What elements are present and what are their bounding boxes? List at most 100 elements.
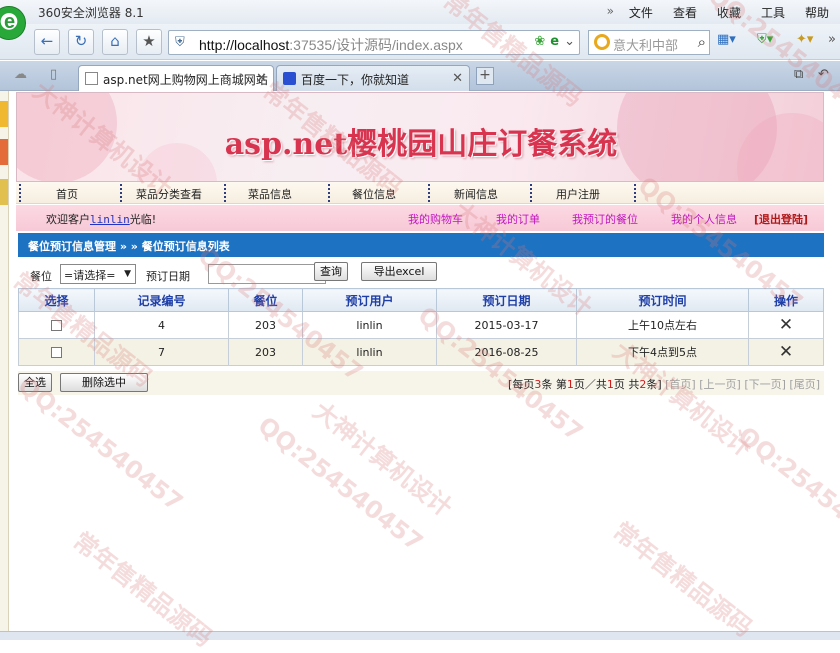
- menu-help[interactable]: 帮助: [800, 4, 834, 21]
- tab-strip: ☁ ▯ asp.net网上购物网上商城网站 ✕ 百度一下，你就知道 ✕ ⧉ ↶: [0, 61, 840, 91]
- shield-icon: ⛨: [175, 35, 185, 50]
- tab-restore-icon[interactable]: ⧉: [794, 67, 803, 82]
- menu-file[interactable]: 文件: [624, 4, 658, 21]
- cell-seat: 203: [228, 311, 303, 339]
- cell-time: 下午4点到5点: [576, 338, 749, 366]
- extension-icon[interactable]: ✦▾: [796, 32, 813, 47]
- menu-view[interactable]: 查看: [668, 4, 702, 21]
- col-header-id: 记录编号: [94, 288, 229, 312]
- sidebar-tool-icon[interactable]: [0, 179, 8, 205]
- date-filter-label: 预订日期: [146, 270, 190, 283]
- tab-close-icon[interactable]: ✕: [452, 71, 463, 86]
- cell-seat: 203: [228, 338, 303, 366]
- nav-home[interactable]: 首页: [56, 186, 78, 202]
- tab-baidu[interactable]: 百度一下，你就知道 ✕: [276, 65, 470, 91]
- welcome-username: linlin: [90, 213, 130, 226]
- cell-user: linlin: [302, 338, 437, 366]
- table-footer: 全选 删除选中 [每页3条 第1页／共1页 共2条] [首页] [上一页] [下…: [18, 371, 824, 395]
- tab-asp-net-shop[interactable]: asp.net网上购物网上商城网站 ✕: [78, 65, 274, 91]
- cell-date: 2015-03-17: [436, 311, 577, 339]
- table-row: 7 203 linlin 2016-08-25 下午4点到5点 ✕: [18, 338, 824, 366]
- col-header-date: 预订日期: [436, 288, 577, 312]
- delete-selected-button[interactable]: 删除选中: [60, 373, 148, 392]
- pager-prev[interactable]: [上一页]: [699, 378, 741, 391]
- search-box[interactable]: 意大利中部 ⌕: [588, 30, 710, 55]
- col-header-select: 选择: [18, 288, 95, 312]
- col-header-seat: 餐位: [228, 288, 303, 312]
- delete-icon[interactable]: ✕: [779, 342, 793, 362]
- booking-table: 选择 记录编号 餐位 预订用户 预订日期 预订时间 操作 4 203 linli…: [18, 288, 824, 366]
- col-header-time: 预订时间: [576, 288, 749, 312]
- tab-label: 百度一下，你就知道: [301, 73, 410, 87]
- tab-label: asp.net网上购物网上商城网站: [103, 73, 268, 87]
- search-icon[interactable]: ⌕: [698, 33, 706, 51]
- cloud-icon[interactable]: ☁: [14, 67, 27, 82]
- col-header-action: 操作: [748, 288, 824, 312]
- seat-select[interactable]: =请选择= ▼: [60, 264, 136, 284]
- row-checkbox[interactable]: [51, 320, 62, 331]
- baidu-paw-icon: [283, 72, 296, 85]
- search-input[interactable]: 意大利中部: [613, 35, 678, 54]
- nav-register[interactable]: 用户注册: [556, 186, 600, 202]
- address-path: :37535/设计源码/index.aspx: [289, 37, 463, 53]
- new-tab-button[interactable]: +: [476, 67, 494, 85]
- toolbar-overflow-icon[interactable]: »: [828, 32, 836, 47]
- pager-next[interactable]: [下一页]: [744, 378, 786, 391]
- row-checkbox[interactable]: [51, 347, 62, 358]
- date-input[interactable]: [208, 264, 326, 284]
- sidebar-tool-icon[interactable]: [0, 101, 8, 127]
- address-bar[interactable]: ⛨ http://localhost:37535/设计源码/index.aspx…: [168, 30, 580, 55]
- search-engine-icon[interactable]: [594, 34, 610, 50]
- menu-favorites[interactable]: 收藏: [712, 4, 746, 21]
- table-row: 4 203 linlin 2015-03-17 上午10点左右 ✕: [18, 311, 824, 339]
- tab-close-icon[interactable]: ✕: [256, 71, 267, 86]
- cell-id: 7: [94, 338, 229, 366]
- ie-mode-icon[interactable]: e: [550, 34, 559, 49]
- pager-last[interactable]: [尾页]: [789, 378, 820, 391]
- link-my-profile[interactable]: 我的个人信息: [671, 211, 737, 227]
- filter-bar: 餐位 =请选择= ▼ 预订日期 查询 导出excel: [18, 258, 824, 286]
- cell-id: 4: [94, 311, 229, 339]
- refresh-icon[interactable]: ↻: [68, 29, 94, 55]
- page-icon: [85, 72, 98, 85]
- query-button[interactable]: 查询: [314, 262, 348, 281]
- web-page: asp.net樱桃园山庄订餐系统 首页 菜品分类查看 菜品信息 餐位信息 新闻信…: [16, 92, 824, 632]
- tab-back-icon[interactable]: ↶: [818, 67, 829, 82]
- favorite-star-icon[interactable]: ★: [136, 29, 162, 55]
- export-excel-button[interactable]: 导出excel: [361, 262, 437, 281]
- address-host: http://localhost: [199, 37, 290, 53]
- delete-icon[interactable]: ✕: [779, 315, 793, 335]
- apps-grid-icon[interactable]: ▦▾: [717, 32, 736, 47]
- nav-dish-info[interactable]: 菜品信息: [248, 186, 292, 202]
- sidebar-tool-icon[interactable]: [0, 139, 8, 165]
- address-dropdown-icon[interactable]: ⌄: [564, 34, 575, 49]
- back-icon[interactable]: ←: [34, 29, 60, 55]
- menu-tools[interactable]: 工具: [756, 4, 790, 21]
- browser-titlebar: 360安全浏览器 8.1 » 文件 查看 收藏 工具 帮助: [0, 0, 840, 24]
- site-banner: asp.net樱桃园山庄订餐系统: [16, 92, 824, 182]
- nav-dish-category[interactable]: 菜品分类查看: [136, 186, 202, 202]
- app-title: 360安全浏览器 8.1: [38, 6, 144, 20]
- col-header-user: 预订用户: [302, 288, 437, 312]
- link-my-orders[interactable]: 我的订单: [496, 211, 540, 227]
- mobile-icon[interactable]: ▯: [50, 67, 57, 82]
- nav-news[interactable]: 新闻信息: [454, 186, 498, 202]
- browser-toolbar: ← ↻ ⌂ ★ ⛨ http://localhost:37535/设计源码/in…: [0, 24, 840, 60]
- browser-statusbar: [0, 631, 840, 640]
- select-all-button[interactable]: 全选: [18, 373, 52, 392]
- home-icon[interactable]: ⌂: [102, 29, 128, 55]
- menu-overflow-icon[interactable]: »: [607, 4, 614, 21]
- pager-first[interactable]: [首页]: [665, 378, 696, 391]
- speed-mode-icon[interactable]: ❀: [534, 34, 545, 49]
- security-icon[interactable]: ⛨▾: [757, 32, 773, 47]
- site-main-nav: 首页 菜品分类查看 菜品信息 餐位信息 新闻信息 用户注册: [16, 182, 824, 204]
- cell-date: 2016-08-25: [436, 338, 577, 366]
- logout-link[interactable]: [退出登陆]: [754, 211, 808, 227]
- welcome-bar: 欢迎客户linlin光临! 我的购物车 我的订单 我预订的餐位 我的个人信息 […: [16, 205, 824, 231]
- link-my-seat-bookings[interactable]: 我预订的餐位: [572, 211, 638, 227]
- cell-time: 上午10点左右: [576, 311, 749, 339]
- browser-menubar: » 文件 查看 收藏 工具 帮助: [607, 4, 834, 21]
- seat-filter-label: 餐位: [30, 270, 52, 283]
- link-my-cart[interactable]: 我的购物车: [408, 211, 463, 227]
- nav-seat-info[interactable]: 餐位信息: [352, 186, 396, 202]
